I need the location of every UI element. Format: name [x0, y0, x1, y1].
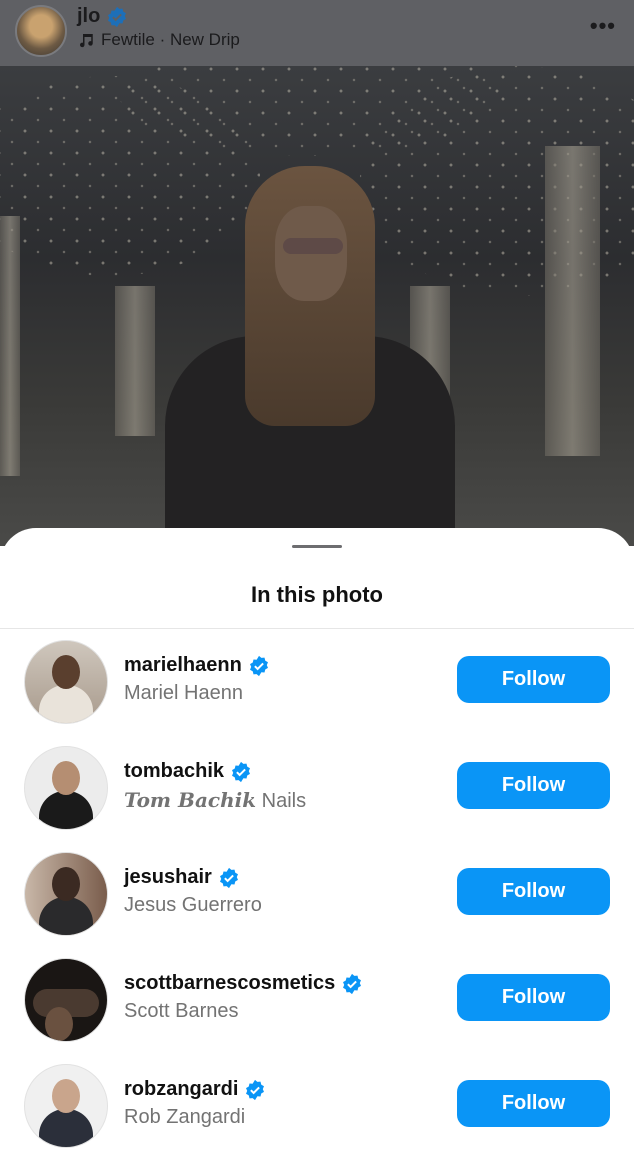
post-photo[interactable] — [0, 66, 634, 546]
post-author-avatar[interactable] — [15, 5, 67, 57]
sheet-title: In this photo — [251, 582, 383, 607]
divider — [0, 628, 634, 629]
post-music-label: Fewtile · New Drip — [101, 30, 240, 49]
avatar[interactable] — [24, 640, 108, 724]
list-item[interactable]: marielhaenn Mariel Haenn Follow — [0, 640, 634, 746]
photo-decor — [115, 286, 155, 436]
photo-subject — [165, 166, 455, 546]
username[interactable]: jesushair — [124, 866, 212, 889]
avatar[interactable] — [24, 1064, 108, 1148]
verified-badge-icon — [343, 973, 362, 994]
full-name: Rob Zangardi — [124, 1106, 246, 1128]
post-header: jlo Fewtile · New Drip ••• — [0, 0, 634, 66]
follow-button[interactable]: Follow — [457, 656, 610, 703]
username-line: tombachik — [124, 760, 252, 783]
photo-decor — [0, 216, 20, 476]
post-author[interactable]: jlo — [77, 5, 128, 28]
full-name-styled: Tom Bachik — [124, 788, 257, 812]
sheet-drag-handle[interactable] — [292, 545, 342, 548]
username[interactable]: marielhaenn — [124, 654, 242, 677]
music-note-icon — [80, 34, 93, 48]
username[interactable]: tombachik — [124, 760, 224, 783]
follow-button[interactable]: Follow — [457, 974, 610, 1021]
tagged-people-sheet: In this photo marielhaenn Mariel Haenn F… — [0, 528, 634, 1160]
username-line: robzangardi — [124, 1078, 266, 1101]
verified-badge-icon — [108, 6, 127, 27]
username[interactable]: robzangardi — [124, 1078, 238, 1101]
follow-button[interactable]: Follow — [457, 762, 610, 809]
follow-button[interactable]: Follow — [457, 868, 610, 915]
username-line: scottbarnescosmetics — [124, 972, 363, 995]
full-name: Mariel Haenn — [124, 682, 243, 704]
list-item[interactable]: jesushair Jesus Guerrero Follow — [0, 852, 634, 958]
avatar[interactable] — [24, 958, 108, 1042]
avatar[interactable] — [24, 746, 108, 830]
post-username[interactable]: jlo — [77, 5, 100, 28]
list-item[interactable]: scottbarnescosmetics Scott Barnes Follow — [0, 958, 634, 1064]
verified-badge-icon — [249, 655, 268, 676]
verified-badge-icon — [232, 761, 251, 782]
username[interactable]: scottbarnescosmetics — [124, 972, 335, 995]
more-options-icon[interactable]: ••• — [590, 13, 616, 39]
list-item[interactable]: tombachik Tom Bachik Nails Follow — [0, 746, 634, 852]
full-name: Tom Bachik Nails — [124, 788, 306, 813]
post-music[interactable]: Fewtile · New Drip — [77, 30, 240, 50]
list-item[interactable]: robzangardi Rob Zangardi Follow — [0, 1064, 634, 1170]
username-line: jesushair — [124, 866, 240, 889]
verified-badge-icon — [246, 1079, 265, 1100]
avatar[interactable] — [24, 852, 108, 936]
full-name: Scott Barnes — [124, 1000, 239, 1022]
username-line: marielhaenn — [124, 654, 270, 677]
photo-decor — [545, 146, 600, 456]
full-name: Jesus Guerrero — [124, 894, 262, 916]
follow-button[interactable]: Follow — [457, 1080, 610, 1127]
full-name-suffix: Nails — [261, 790, 307, 812]
verified-badge-icon — [219, 867, 238, 888]
